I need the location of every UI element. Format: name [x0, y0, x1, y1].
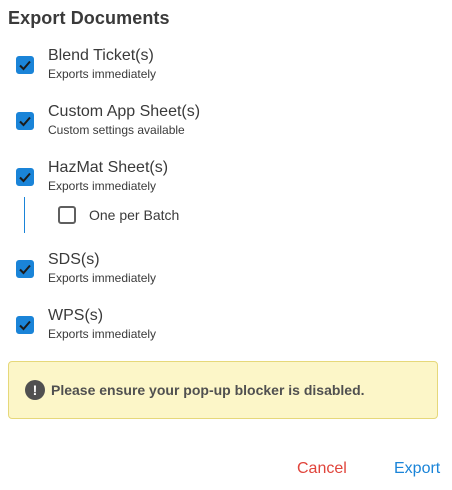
custom-app-sheet-checkbox[interactable] [16, 112, 34, 130]
hazmat-sheet-checkbox[interactable] [16, 168, 34, 186]
checkmark-icon [19, 320, 31, 331]
option-label: One per Batch [89, 207, 180, 223]
option-label: Blend Ticket(s) [48, 47, 154, 64]
export-button[interactable]: Export [394, 460, 440, 478]
checkmark-icon [19, 116, 31, 127]
cancel-button[interactable]: Cancel [297, 460, 347, 478]
option-label: SDS(s) [48, 251, 100, 268]
nested-option-connector [24, 197, 25, 233]
checkmark-icon [19, 60, 31, 71]
option-sds[interactable]: SDS(s) Exports immediately [16, 251, 156, 285]
notice-text: Please ensure your pop-up blocker is dis… [51, 382, 365, 398]
wps-checkbox[interactable] [16, 316, 34, 334]
option-custom-app-sheet[interactable]: Custom App Sheet(s) Custom settings avai… [16, 103, 200, 137]
checkmark-icon [19, 264, 31, 275]
option-description: Custom settings available [48, 123, 185, 137]
option-label: Custom App Sheet(s) [48, 103, 201, 120]
option-description: Exports immediately [48, 271, 157, 285]
option-label: HazMat Sheet(s) [48, 159, 169, 176]
option-description: Exports immediately [48, 327, 157, 341]
option-wps[interactable]: WPS(s) Exports immediately [16, 307, 156, 341]
sds-checkbox[interactable] [16, 260, 34, 278]
option-blend-ticket[interactable]: Blend Ticket(s) Exports immediately [16, 47, 156, 81]
checkmark-icon [19, 172, 31, 183]
one-per-batch-checkbox[interactable] [58, 206, 76, 224]
popup-blocker-notice: ! Please ensure your pop-up blocker is d… [8, 361, 438, 419]
option-hazmat-sheet[interactable]: HazMat Sheet(s) Exports immediately [16, 159, 168, 193]
option-description: Exports immediately [48, 179, 157, 193]
option-description: Exports immediately [48, 67, 157, 81]
dialog-title: Export Documents [8, 8, 170, 28]
exclamation-circle-icon: ! [25, 380, 45, 400]
option-one-per-batch[interactable]: One per Batch [58, 206, 179, 224]
option-label: WPS(s) [48, 307, 104, 324]
blend-ticket-checkbox[interactable] [16, 56, 34, 74]
